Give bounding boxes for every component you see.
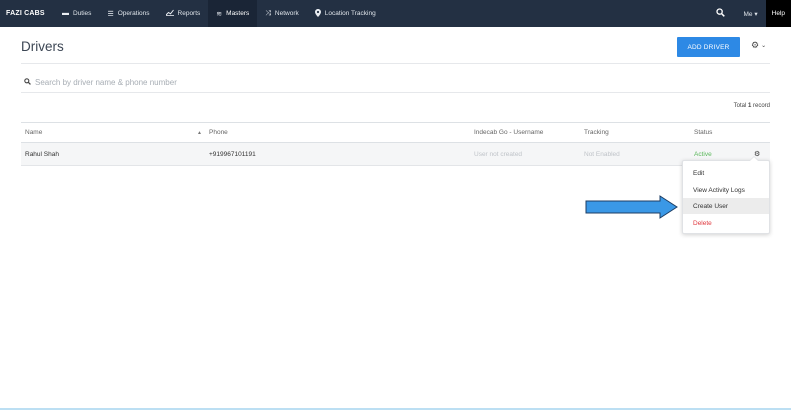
- divider: [21, 63, 770, 64]
- top-navbar: FAZI CABS ▬ Duties ☰ Operations Reports …: [0, 0, 791, 27]
- nav-item-reports[interactable]: Reports: [158, 0, 209, 27]
- nav-item-operations[interactable]: ☰ Operations: [99, 0, 157, 27]
- list-icon: ☰: [107, 10, 114, 18]
- page-title: Drivers: [21, 39, 64, 54]
- column-header-tracking[interactable]: Tracking: [584, 123, 609, 142]
- search-input[interactable]: [35, 77, 435, 87]
- nav-item-label: Masters: [226, 10, 250, 17]
- sort-asc-icon[interactable]: ▲: [197, 123, 202, 142]
- record-count: Total 1 record: [734, 103, 770, 109]
- nav-item-label: Operations: [117, 10, 150, 17]
- settings-menu[interactable]: ⚙ ⌄: [751, 40, 766, 51]
- record-count-suffix: record: [751, 103, 770, 109]
- driver-phone: +919967101191: [209, 150, 256, 158]
- menu-item-create-user[interactable]: Create User: [683, 198, 769, 214]
- divider: [21, 92, 770, 93]
- nav-menu: ▬ Duties ☰ Operations Reports ≋ Masters …: [54, 0, 384, 27]
- chart-icon: [165, 9, 174, 18]
- search-bar: [21, 73, 770, 91]
- nav-item-location-tracking[interactable]: Location Tracking: [307, 0, 384, 27]
- dropdown-caret: [749, 156, 759, 161]
- dash-icon: ▬: [62, 10, 69, 17]
- row-actions-dropdown: Edit View Activity Logs Create User Dele…: [682, 156, 770, 234]
- record-count-prefix: Total: [733, 103, 748, 109]
- menu-item-delete[interactable]: Delete: [683, 215, 769, 231]
- nav-item-label: Location Tracking: [324, 10, 376, 17]
- chevron-down-icon: ⌄: [761, 43, 767, 49]
- search-icon[interactable]: [706, 8, 736, 19]
- menu-item-edit[interactable]: Edit: [683, 165, 769, 181]
- nav-item-duties[interactable]: ▬ Duties: [54, 0, 99, 27]
- pin-icon: [314, 8, 321, 19]
- add-driver-button[interactable]: ADD DRIVER: [677, 37, 740, 57]
- column-header-status[interactable]: Status: [694, 123, 712, 142]
- table-header: Name ▲ Phone Indecab Go - Username Track…: [21, 122, 770, 143]
- nav-item-network[interactable]: ⤨ Network: [257, 0, 306, 27]
- brand-logo[interactable]: FAZI CABS: [0, 10, 54, 17]
- driver-username: User not created: [474, 150, 523, 158]
- driver-name: Rahul Shah: [25, 150, 59, 158]
- help-button[interactable]: Help: [765, 0, 791, 27]
- nav-item-label: Duties: [73, 10, 92, 17]
- driver-tracking: Not Enabled: [584, 150, 620, 158]
- column-header-phone[interactable]: Phone: [209, 123, 228, 142]
- user-menu[interactable]: Me ▾: [736, 10, 766, 18]
- nav-item-masters[interactable]: ≋ Masters: [208, 0, 258, 27]
- gear-icon: ⚙: [751, 40, 760, 50]
- nav-item-label: Reports: [177, 10, 201, 17]
- column-header-name[interactable]: Name: [25, 123, 42, 142]
- shuffle-icon: ⤨: [265, 9, 271, 17]
- menu-item-view-activity-logs[interactable]: View Activity Logs: [683, 182, 769, 198]
- database-icon: ≋: [216, 10, 223, 18]
- table-row[interactable]: Rahul Shah +919967101191 User not create…: [21, 143, 770, 166]
- nav-item-label: Network: [274, 10, 299, 17]
- arrow-icon: [585, 195, 678, 219]
- nav-right: Me ▾ Help: [706, 0, 791, 27]
- column-header-username[interactable]: Indecab Go - Username: [474, 123, 543, 142]
- search-icon: [21, 77, 35, 87]
